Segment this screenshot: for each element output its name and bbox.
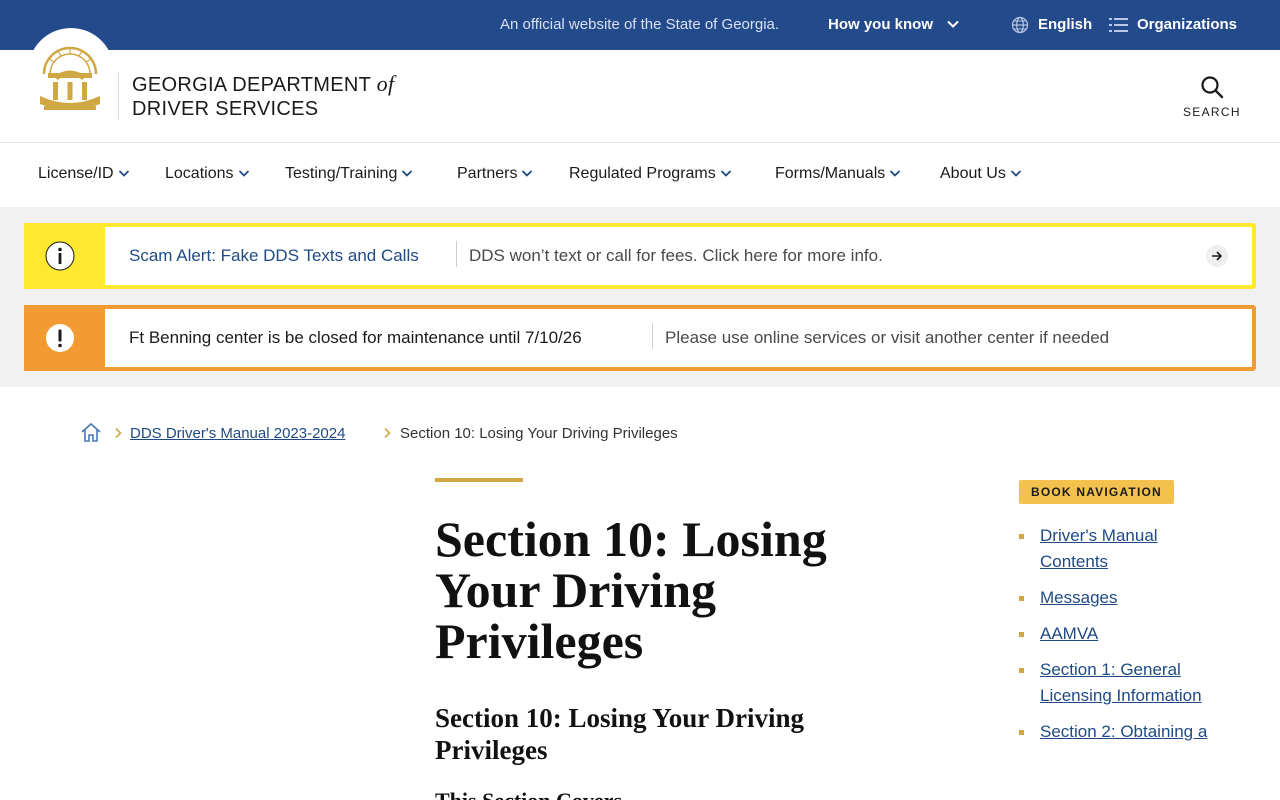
search-icon[interactable] — [1199, 74, 1225, 100]
chevron-down-icon — [720, 170, 731, 177]
nav-item-license-id[interactable]: License/ID — [38, 165, 130, 183]
alert-separator — [652, 323, 653, 349]
main-navigation: License/ID Locations Testing/Training Pa… — [0, 143, 1280, 207]
nav-item-label: About Us — [940, 165, 1006, 182]
chevron-down-icon — [1010, 170, 1021, 177]
chevron-right-icon — [384, 427, 391, 439]
how-you-know-button[interactable]: How you know — [828, 16, 933, 33]
exclamation-icon — [46, 324, 74, 352]
organizations-link[interactable]: Organizations — [1137, 16, 1237, 33]
list-item: Section 1: General Licensing Information — [1016, 657, 1216, 709]
alert-separator — [456, 241, 457, 267]
center-closure-alert-banner[interactable]: Ft Benning center is be closed for maint… — [24, 305, 1256, 371]
book-nav-link[interactable]: AAMVA — [1040, 624, 1098, 643]
list-item: Section 2: Obtaining a — [1016, 719, 1216, 745]
nav-item-testing-training[interactable]: Testing/Training — [285, 165, 413, 183]
list-item: Messages — [1016, 585, 1216, 611]
page-title: Section 10: Losing Your Driving Privileg… — [435, 511, 827, 669]
chevron-down-icon[interactable] — [946, 17, 960, 31]
nav-item-label: Partners — [457, 165, 518, 182]
alert-tag — [24, 223, 105, 289]
breadcrumb-current: Section 10: Losing Your Driving Privileg… — [400, 425, 678, 442]
book-navigation-list: Driver's Manual Contents Messages AAMVA … — [1016, 523, 1216, 755]
nav-item-forms-manuals[interactable]: Forms/Manuals — [775, 165, 901, 183]
bullet — [1019, 534, 1024, 539]
book-navigation-label: BOOK NAVIGATION — [1019, 480, 1174, 504]
section-heading: Section 10: Losing Your Driving Privileg… — [435, 703, 805, 765]
search-button[interactable]: SEARCH — [1183, 105, 1241, 119]
alert-tag — [24, 305, 105, 371]
section-covers-heading: This Section Covers — [435, 788, 622, 800]
alert-message: DDS won’t text or call for fees. Click h… — [469, 246, 883, 265]
official-government-banner: An official website of the State of Geor… — [0, 0, 1280, 50]
alert-message: Please use online services or visit anot… — [665, 328, 1110, 347]
list-icon[interactable] — [1109, 17, 1128, 33]
book-nav-link[interactable]: Section 1: General Licensing Information — [1040, 660, 1202, 705]
alert-region: Scam Alert: Fake DDS Texts and Calls DDS… — [0, 207, 1280, 387]
bullet — [1019, 596, 1024, 601]
chevron-down-icon — [522, 170, 533, 177]
book-nav-link[interactable]: Section 2: Obtaining a — [1040, 722, 1207, 741]
nav-item-label: Testing/Training — [285, 165, 398, 182]
book-nav-link[interactable]: Driver's Manual Contents — [1040, 526, 1158, 571]
list-item: AAMVA — [1016, 621, 1216, 647]
home-icon[interactable] — [80, 422, 102, 443]
official-website-text: An official website of the State of Geor… — [500, 16, 780, 33]
scam-alert-banner[interactable]: Scam Alert: Fake DDS Texts and Calls DDS… — [24, 223, 1256, 289]
brand-of: of — [376, 71, 395, 96]
chevron-right-icon — [115, 427, 122, 439]
georgia-seal-logo[interactable] — [36, 40, 104, 112]
brand-line-1: GEORGIA DEPARTMENT — [132, 74, 371, 96]
bullet — [1019, 632, 1024, 637]
nav-item-label: License/ID — [38, 165, 114, 182]
brand-line-2: DRIVER SERVICES — [132, 98, 319, 120]
chevron-down-icon — [890, 170, 901, 177]
bullet — [1019, 730, 1024, 735]
bullet — [1019, 668, 1024, 673]
chevron-down-icon — [238, 170, 249, 177]
info-icon — [45, 241, 75, 271]
title-accent-line — [435, 478, 523, 482]
nav-item-locations[interactable]: Locations — [165, 165, 250, 183]
site-brand-title[interactable]: GEORGIA DEPARTMENT of DRIVER SERVICES — [132, 72, 394, 121]
breadcrumb-link-drivers-manual[interactable]: DDS Driver's Manual 2023-2024 — [130, 425, 345, 442]
header-divider — [118, 72, 119, 120]
chevron-down-icon — [118, 170, 129, 177]
nav-item-regulated-programs[interactable]: Regulated Programs — [569, 165, 732, 183]
nav-item-about-us[interactable]: About Us — [940, 165, 1022, 183]
nav-item-label: Locations — [165, 165, 234, 182]
nav-item-label: Regulated Programs — [569, 165, 716, 182]
language-selector[interactable]: English — [1038, 16, 1092, 33]
alert-title: Ft Benning center is be closed for maint… — [129, 328, 582, 347]
globe-icon[interactable] — [1011, 16, 1029, 34]
nav-item-label: Forms/Manuals — [775, 165, 886, 182]
nav-item-partners[interactable]: Partners — [457, 165, 533, 183]
alert-title: Scam Alert: Fake DDS Texts and Calls — [129, 246, 419, 265]
list-item: Driver's Manual Contents — [1016, 523, 1216, 575]
book-nav-link[interactable]: Messages — [1040, 588, 1117, 607]
arrow-right-icon[interactable] — [1206, 245, 1228, 267]
chevron-down-icon — [402, 170, 413, 177]
site-header: GEORGIA DEPARTMENT of DRIVER SERVICES SE… — [0, 28, 1280, 143]
